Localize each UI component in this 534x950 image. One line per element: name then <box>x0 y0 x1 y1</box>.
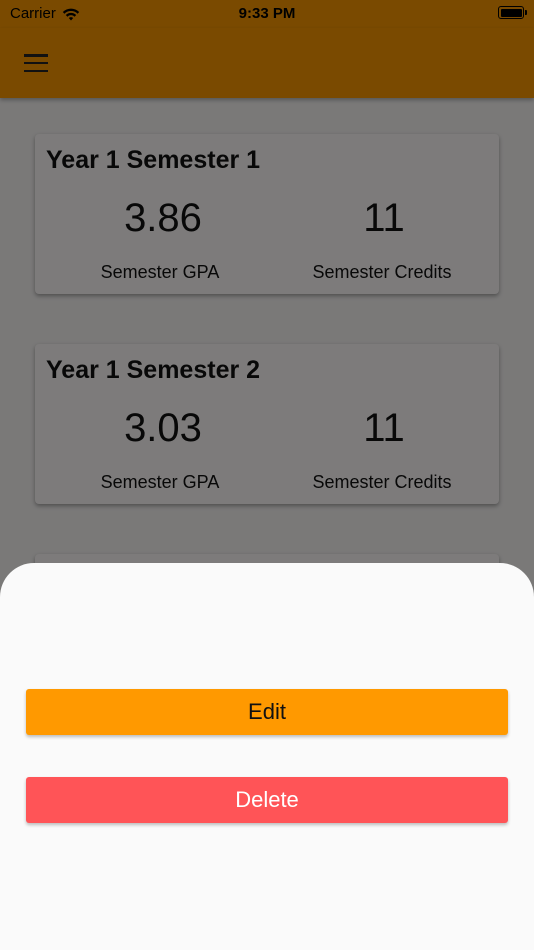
bottom-sheet: Edit Delete <box>0 563 534 950</box>
delete-button[interactable]: Delete <box>26 777 508 823</box>
edit-button[interactable]: Edit <box>26 689 508 735</box>
screen: Carrier 9:33 PM Year 1 Semester 1 3.86 1… <box>0 0 534 950</box>
